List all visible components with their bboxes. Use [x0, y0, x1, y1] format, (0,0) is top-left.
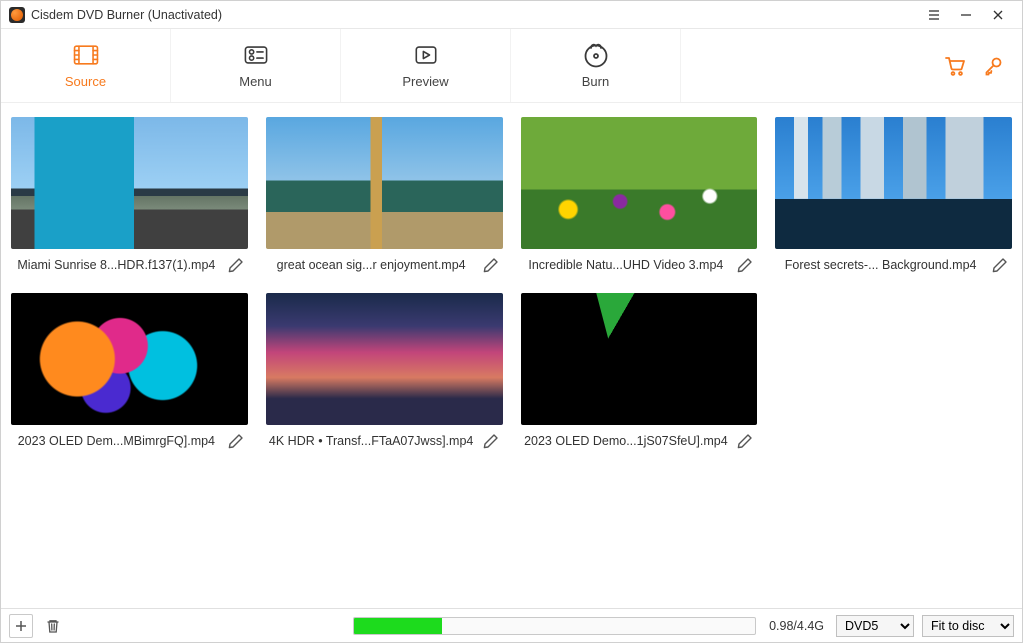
bottom-bar: 0.98/4.4G DVD5 Fit to disc [1, 608, 1022, 642]
clip-cell[interactable]: 2023 OLED Dem...MBimrgFQ].mp4 [11, 293, 248, 451]
tab-source[interactable]: Source [1, 29, 171, 102]
key-button[interactable] [982, 55, 1004, 77]
tab-preview[interactable]: Preview [341, 29, 511, 102]
clip-filename: 2023 OLED Dem...MBimrgFQ].mp4 [13, 434, 220, 448]
clip-thumbnail[interactable] [11, 117, 248, 249]
fit-mode-select[interactable]: Fit to disc [922, 615, 1014, 637]
disc-type-select[interactable]: DVD5 [836, 615, 914, 637]
titlebar: Cisdem DVD Burner (Unactivated) [1, 1, 1022, 29]
tab-label: Source [65, 74, 106, 89]
clip-filename: 2023 OLED Demo...1jS07SfeU].mp4 [523, 434, 730, 448]
tab-burn[interactable]: Burn [511, 29, 681, 102]
window-title: Cisdem DVD Burner (Unactivated) [31, 8, 222, 22]
close-button[interactable] [982, 3, 1014, 27]
capacity-progress [353, 617, 756, 635]
clip-filename: 4K HDR • Transf...FTaA07Jwss].mp4 [268, 434, 475, 448]
tab-label: Preview [402, 74, 448, 89]
hamburger-menu-button[interactable] [918, 3, 950, 27]
clip-thumbnail[interactable] [521, 293, 758, 425]
capacity-label: 0.98/4.4G [764, 619, 828, 633]
menu-template-icon [241, 42, 271, 68]
tab-menu[interactable]: Menu [171, 29, 341, 102]
clip-cell[interactable]: Incredible Natu...UHD Video 3.mp4 [521, 117, 758, 275]
edit-clip-button[interactable] [990, 255, 1010, 275]
tab-label: Menu [239, 74, 272, 89]
edit-clip-button[interactable] [481, 431, 501, 451]
clip-thumbnail[interactable] [775, 117, 1012, 249]
clip-thumbnail[interactable] [266, 293, 503, 425]
app-icon [9, 7, 25, 23]
edit-clip-button[interactable] [226, 255, 246, 275]
clip-cell[interactable]: 2023 OLED Demo...1jS07SfeU].mp4 [521, 293, 758, 451]
cart-button[interactable] [944, 55, 966, 77]
clip-thumbnail[interactable] [521, 117, 758, 249]
main-tabs: Source Menu Preview Burn [1, 29, 1022, 103]
preview-icon [411, 42, 441, 68]
clip-filename: great ocean sig...r enjoyment.mp4 [268, 258, 475, 272]
clip-cell[interactable]: great ocean sig...r enjoyment.mp4 [266, 117, 503, 275]
clip-cell[interactable]: Forest secrets-... Background.mp4 [775, 117, 1012, 275]
edit-clip-button[interactable] [735, 255, 755, 275]
edit-clip-button[interactable] [735, 431, 755, 451]
clip-filename: Miami Sunrise 8...HDR.f137(1).mp4 [13, 258, 220, 272]
edit-clip-button[interactable] [226, 431, 246, 451]
clip-grid-area: Miami Sunrise 8...HDR.f137(1).mp4 great … [1, 103, 1022, 608]
delete-clip-button[interactable] [41, 614, 65, 638]
capacity-progress-fill [354, 618, 442, 634]
edit-clip-button[interactable] [481, 255, 501, 275]
clip-cell[interactable]: 4K HDR • Transf...FTaA07Jwss].mp4 [266, 293, 503, 451]
minimize-button[interactable] [950, 3, 982, 27]
clip-filename: Incredible Natu...UHD Video 3.mp4 [523, 258, 730, 272]
burn-disc-icon [581, 42, 611, 68]
tab-label: Burn [582, 74, 609, 89]
clip-cell[interactable]: Miami Sunrise 8...HDR.f137(1).mp4 [11, 117, 248, 275]
clip-thumbnail[interactable] [266, 117, 503, 249]
add-clip-button[interactable] [9, 614, 33, 638]
clip-thumbnail[interactable] [11, 293, 248, 425]
clip-filename: Forest secrets-... Background.mp4 [777, 258, 984, 272]
filmstrip-icon [71, 42, 101, 68]
